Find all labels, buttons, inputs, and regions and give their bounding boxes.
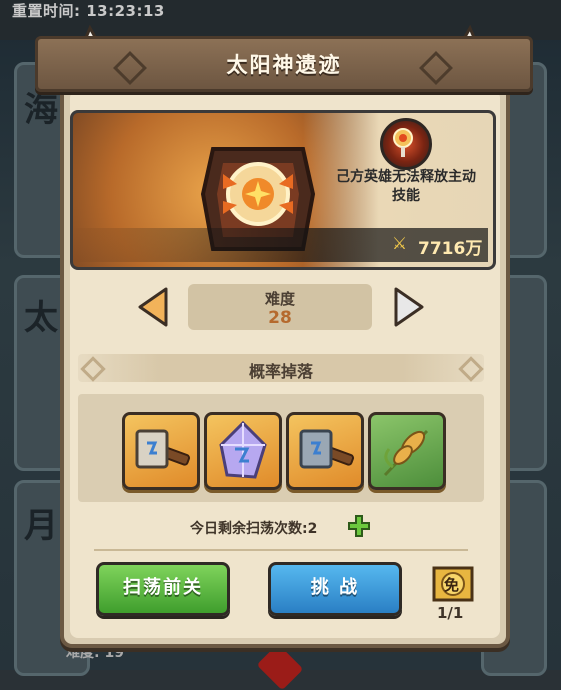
wheat-icon <box>383 429 429 477</box>
free-ticket-badge[interactable]: 免 <box>428 562 478 608</box>
reset-time: 重置时间: 13:23:13 <box>12 2 165 20</box>
challenge-button[interactable]: 挑 战 <box>268 562 402 616</box>
title-banner: 太阳神遗迹 <box>35 36 533 92</box>
crystal-rune-icon <box>219 420 267 479</box>
drop-title: 概率掉落 <box>248 362 313 381</box>
sun-debuff-icon <box>393 128 413 157</box>
sweep-count-text: 今日剩余扫荡次数:2 <box>190 521 318 537</box>
enemy-power: 7716万 <box>418 239 483 259</box>
sweep-button[interactable]: 扫荡前关 <box>96 562 230 616</box>
difficulty-label: 难度 <box>264 290 295 308</box>
next-difficulty-button[interactable] <box>392 286 426 328</box>
free-count: 1/1 <box>437 604 464 622</box>
bg-card-char: 太 <box>24 298 58 338</box>
drop-item-crystal-rune[interactable] <box>204 412 282 490</box>
power-icon: ⚔ <box>392 234 408 254</box>
free-badge-label: 免 <box>444 576 460 594</box>
dialog-title: 太阳神遗迹 <box>226 53 342 77</box>
stone-hammer-icon <box>135 429 191 469</box>
debuff-skill-icon[interactable] <box>380 118 432 170</box>
drop-header: 概率掉落 <box>78 354 484 382</box>
drop-item-stone-hammer[interactable] <box>122 412 200 490</box>
difficulty-value: 28 <box>268 308 292 328</box>
add-sweep-button[interactable] <box>347 514 371 538</box>
difficulty-box: 难度 28 <box>188 284 372 330</box>
debuff-description: 己方英雄无法释放主动技能 <box>336 169 476 204</box>
bg-card-char: 月 <box>24 506 58 546</box>
prev-difficulty-button[interactable] <box>136 286 170 328</box>
iron-hammer-icon <box>299 429 355 469</box>
drop-item-wheat[interactable] <box>368 412 446 490</box>
divider <box>94 549 468 551</box>
drop-item-iron-hammer[interactable] <box>286 412 364 490</box>
